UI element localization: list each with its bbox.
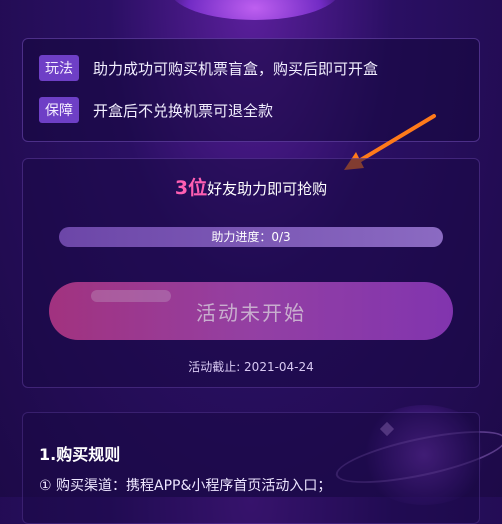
gameplay-text: 助力成功可购买机票盲盒，购买后即可开盒 — [93, 59, 379, 78]
rule-row-guarantee: 保障 开盒后不兑换机票可退全款 — [39, 97, 273, 123]
help-progress-bar: 助力进度：0/3 — [59, 227, 443, 247]
guarantee-text: 开盒后不兑换机票可退全款 — [93, 101, 274, 120]
button-shine-decoration — [91, 290, 171, 302]
rule-row-gameplay: 玩法 助力成功可购买机票盲盒，购买后即可开盒 — [39, 55, 378, 81]
start-button-label: 活动未开始 — [196, 300, 306, 325]
guarantee-tag: 保障 — [39, 97, 79, 123]
purchase-channel-item: ① 购买渠道：携程APP&小程序首页活动入口； — [39, 478, 332, 494]
purchase-rules-panel: 1.购买规则 ① 购买渠道：携程APP&小程序首页活动入口； — [22, 412, 480, 524]
action-panel: 3位好友助力即可抢购 助力进度：0/3 活动未开始 活动截止: 2021-04-… — [22, 158, 480, 388]
help-progress-label: 助力进度：0/3 — [211, 230, 291, 244]
helpers-required: 3位好友助力即可抢购 — [23, 173, 479, 200]
helpers-count: 3位 — [174, 177, 208, 199]
purchase-rules-title: 1.购买规则 — [39, 445, 121, 464]
helpers-text: 好友助力即可抢购 — [207, 180, 328, 198]
activity-deadline: 活动截止: 2021-04-24 — [188, 360, 314, 374]
planet-decoration — [170, 0, 340, 20]
gameplay-tag: 玩法 — [39, 55, 79, 81]
activity-start-button[interactable]: 活动未开始 — [49, 282, 453, 340]
